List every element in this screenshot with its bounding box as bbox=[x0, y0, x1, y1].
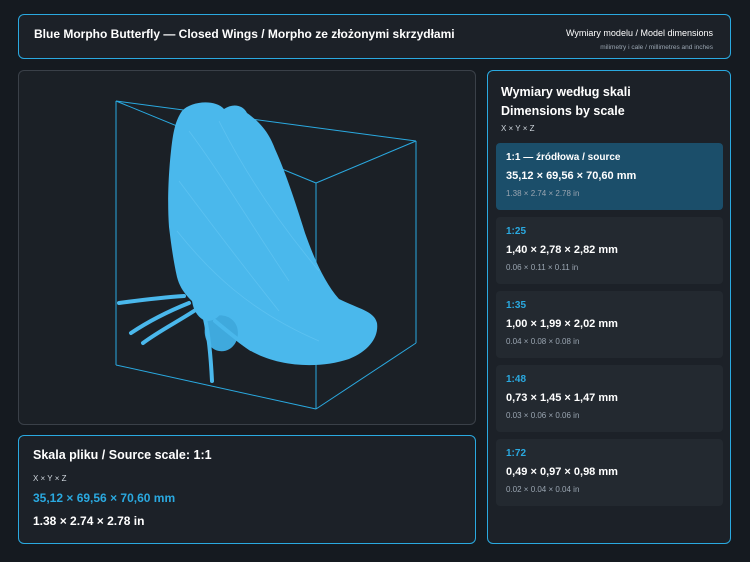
dimensions-heading-en: Dimensions by scale bbox=[501, 104, 625, 118]
scale-ratio: 1:25 bbox=[506, 226, 527, 237]
source-dimensions-inches: 1.38 × 2.74 × 2.78 in bbox=[33, 514, 145, 528]
scale-dimensions-mm: 35,12 × 69,56 × 70,60 mm bbox=[506, 170, 637, 182]
scale-ratio: 1:48 bbox=[506, 374, 527, 385]
scale-dimensions-inches: 0.03 × 0.06 × 0.06 in bbox=[506, 411, 580, 420]
scale-dimensions-mm: 1,00 × 1,99 × 2,02 mm bbox=[506, 318, 618, 330]
axes-label: X × Y × Z bbox=[33, 474, 67, 483]
dimensions-by-scale-panel: Wymiary według skali Dimensions by scale… bbox=[487, 70, 731, 544]
header-bar: Blue Morpho Butterfly — Closed Wings / M… bbox=[18, 14, 731, 59]
source-scale-heading: Skala pliku / Source scale: 1:1 bbox=[33, 448, 212, 462]
scale-dimensions-inches: 0.02 × 0.04 × 0.04 in bbox=[506, 485, 580, 494]
butterfly-model bbox=[117, 102, 378, 383]
source-scale-panel: Skala pliku / Source scale: 1:1 X × Y × … bbox=[18, 435, 476, 544]
scale-dimensions-inches: 0.06 × 0.11 × 0.11 in bbox=[506, 263, 579, 272]
units-caption: milimetry i cale / millimetres and inche… bbox=[600, 44, 713, 51]
model-viewport[interactable] bbox=[19, 71, 477, 426]
scale-ratio: 1:72 bbox=[506, 448, 527, 459]
source-dimensions-mm: 35,12 × 69,56 × 70,60 mm bbox=[33, 491, 176, 505]
dimensions-heading: Wymiary według skali Dimensions by scale bbox=[501, 83, 631, 121]
dimensions-subtitle: Wymiary modelu / Model dimensions bbox=[566, 28, 713, 38]
scale-card-1-48[interactable]: 1:48 0,73 × 1,45 × 1,47 mm 0.03 × 0.06 ×… bbox=[496, 365, 723, 432]
scale-dimensions-inches: 1.38 × 2.74 × 2.78 in bbox=[506, 189, 580, 198]
model-viewer[interactable] bbox=[18, 70, 476, 425]
scale-ratio: 1:35 bbox=[506, 300, 527, 311]
model-title: Blue Morpho Butterfly — Closed Wings / M… bbox=[34, 27, 455, 41]
axes-label: X × Y × Z bbox=[501, 124, 535, 133]
scale-dimensions-mm: 1,40 × 2,78 × 2,82 mm bbox=[506, 244, 618, 256]
scale-card-1-25[interactable]: 1:25 1,40 × 2,78 × 2,82 mm 0.06 × 0.11 ×… bbox=[496, 217, 723, 284]
scale-ratio: 1:1 — źródłowa / source bbox=[506, 152, 621, 163]
scale-dimensions-mm: 0,49 × 0,97 × 0,98 mm bbox=[506, 466, 618, 478]
dimensions-heading-pl: Wymiary według skali bbox=[501, 85, 631, 99]
scale-dimensions-inches: 0.04 × 0.08 × 0.08 in bbox=[506, 337, 580, 346]
scale-card-1-35[interactable]: 1:35 1,00 × 1,99 × 2,02 mm 0.04 × 0.08 ×… bbox=[496, 291, 723, 358]
scale-dimensions-mm: 0,73 × 1,45 × 1,47 mm bbox=[506, 392, 618, 404]
scale-card-1-72[interactable]: 1:72 0,49 × 0,97 × 0,98 mm 0.02 × 0.04 ×… bbox=[496, 439, 723, 506]
scale-card-1-1[interactable]: 1:1 — źródłowa / source 35,12 × 69,56 × … bbox=[496, 143, 723, 210]
